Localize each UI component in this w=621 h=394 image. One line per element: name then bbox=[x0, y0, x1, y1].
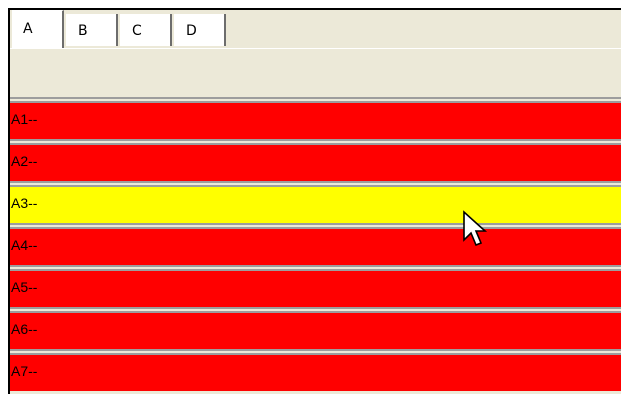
row-label: A1-- bbox=[11, 111, 38, 127]
row-label: A7-- bbox=[11, 363, 38, 379]
row-fill bbox=[10, 103, 621, 139]
row-fill bbox=[10, 271, 621, 307]
tab-control: A B C D A1-- A2-- A3-- A4-- A5-- A6-- A7… bbox=[8, 8, 621, 394]
list-item[interactable]: A6-- bbox=[10, 307, 621, 349]
arrow-pointer-icon bbox=[463, 210, 488, 247]
tab-a[interactable]: A bbox=[12, 10, 64, 48]
tab-strip-divider bbox=[10, 48, 621, 49]
list-item[interactable]: A5-- bbox=[10, 265, 621, 307]
list-item[interactable]: A4-- bbox=[10, 223, 621, 265]
tab-d-label: D bbox=[186, 23, 197, 39]
row-label: A2-- bbox=[11, 153, 38, 169]
list-item[interactable]: A7-- bbox=[10, 349, 621, 391]
row-fill bbox=[10, 187, 621, 223]
tab-a-label: A bbox=[23, 21, 33, 37]
tab-c[interactable]: C bbox=[120, 14, 172, 46]
row-label: A6-- bbox=[11, 321, 38, 337]
row-list: A1-- A2-- A3-- A4-- A5-- A6-- A7-- bbox=[10, 97, 621, 391]
row-fill bbox=[10, 229, 621, 265]
tab-d[interactable]: D bbox=[174, 14, 226, 46]
row-label: A4-- bbox=[11, 237, 38, 253]
list-item[interactable]: A1-- bbox=[10, 97, 621, 139]
row-label: A5-- bbox=[11, 279, 38, 295]
row-fill bbox=[10, 355, 621, 391]
row-fill bbox=[10, 313, 621, 349]
list-item[interactable]: A2-- bbox=[10, 139, 621, 181]
row-label: A3-- bbox=[11, 195, 38, 211]
list-item[interactable]: A3-- bbox=[10, 181, 621, 223]
tab-b-label: B bbox=[78, 23, 88, 39]
tab-strip: A B C D bbox=[10, 10, 621, 49]
row-fill bbox=[10, 145, 621, 181]
tab-c-label: C bbox=[132, 23, 142, 39]
tab-b[interactable]: B bbox=[66, 14, 118, 46]
